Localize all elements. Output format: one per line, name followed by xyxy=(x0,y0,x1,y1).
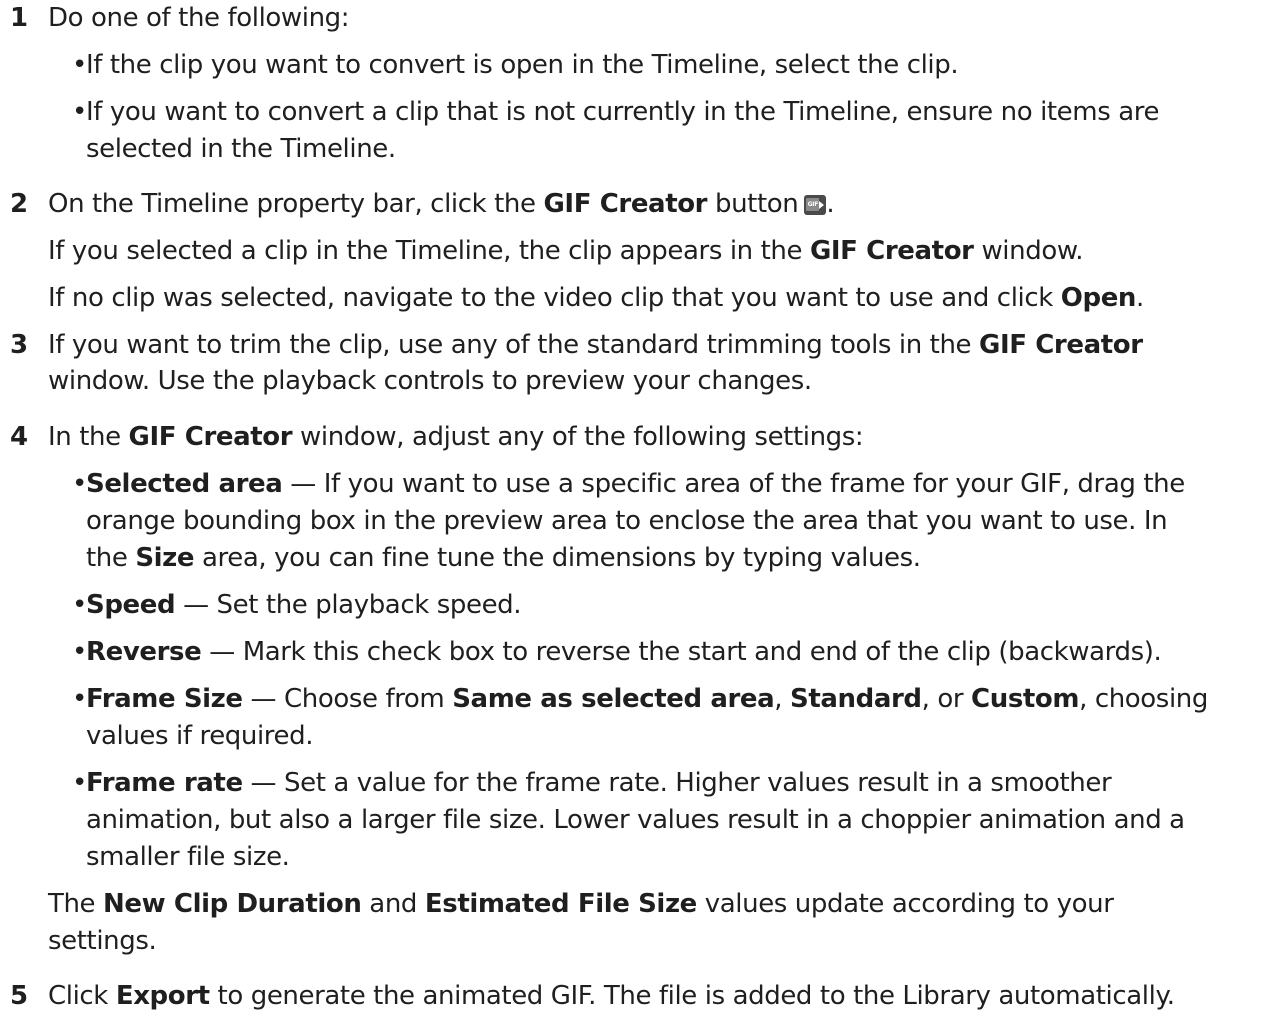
paragraph-text: If you selected a clip in the Timeline, … xyxy=(48,236,1084,266)
bullet-icon: • xyxy=(72,469,87,499)
ui-term: New Clip Duration xyxy=(103,889,362,919)
bullet-icon: • xyxy=(72,768,87,798)
bullet-text: Speed — Set the playback speed. xyxy=(86,590,522,620)
bullet-text: Frame Size — Choose from Same as selecte… xyxy=(86,684,1208,714)
help-document: 1 Do one of the following: • If the clip… xyxy=(0,0,1266,1015)
bullet-icon: • xyxy=(72,590,87,620)
bullet-text: selected in the Timeline. xyxy=(86,134,396,164)
ui-term: Export xyxy=(115,981,210,1011)
option-term: Same as selected area xyxy=(452,684,775,714)
setting-term: Reverse xyxy=(86,637,202,667)
bullet-text: smaller file size. xyxy=(86,842,290,872)
paragraph-text: If no clip was selected, navigate to the… xyxy=(48,283,1144,313)
ui-term: Open xyxy=(1060,283,1137,313)
paragraph-text: settings. xyxy=(48,926,157,956)
bullet-icon: • xyxy=(72,637,87,667)
bullet-text: values if required. xyxy=(86,721,314,751)
ui-term: GIF Creator xyxy=(128,422,293,452)
setting-term: Frame Size xyxy=(86,684,243,714)
bullet-text: If you want to convert a clip that is no… xyxy=(86,97,1160,127)
step-text: Do one of the following: xyxy=(48,3,350,33)
ui-term: Estimated File Size xyxy=(424,889,697,919)
step-number: 4 xyxy=(10,422,28,452)
bullet-text: Selected area — If you want to use a spe… xyxy=(86,469,1185,499)
bullet-text: If the clip you want to convert is open … xyxy=(86,50,959,80)
option-term: Standard xyxy=(790,684,922,714)
bullet-icon: • xyxy=(72,50,87,80)
bullet-text: Frame rate — Set a value for the frame r… xyxy=(86,768,1112,798)
bullet-text: orange bounding box in the preview area … xyxy=(86,506,1168,536)
bullet-icon: • xyxy=(72,684,87,714)
ui-term: GIF Creator xyxy=(543,189,708,219)
step-text: On the Timeline property bar, click the … xyxy=(48,189,835,219)
setting-term: Selected area xyxy=(86,469,283,499)
step-number: 5 xyxy=(10,981,28,1011)
step-text: If you want to trim the clip, use any of… xyxy=(48,330,1143,360)
step-number: 3 xyxy=(10,330,28,360)
ui-term: GIF Creator xyxy=(809,236,974,266)
ui-term: GIF Creator xyxy=(979,330,1143,360)
step-text: In the GIF Creator window, adjust any of… xyxy=(48,422,864,452)
paragraph-text: The New Clip Duration and Estimated File… xyxy=(48,889,1114,919)
setting-term: Speed xyxy=(86,590,176,620)
bullet-text: animation, but also a larger file size. … xyxy=(86,805,1185,835)
setting-term: Frame rate xyxy=(86,768,243,798)
step-number: 1 xyxy=(10,3,28,33)
bullet-icon: • xyxy=(72,97,87,127)
bullet-text: Reverse — Mark this check box to reverse… xyxy=(86,637,1162,667)
step-text: Click Export to generate the animated GI… xyxy=(48,981,1175,1011)
ui-term: Size xyxy=(135,543,195,573)
gif-creator-icon: GIF xyxy=(804,195,827,215)
step-number: 2 xyxy=(10,189,28,219)
step-text: window. Use the playback controls to pre… xyxy=(48,366,812,396)
option-term: Custom xyxy=(971,684,1080,714)
bullet-text: the Size area, you can fine tune the dim… xyxy=(86,543,921,573)
